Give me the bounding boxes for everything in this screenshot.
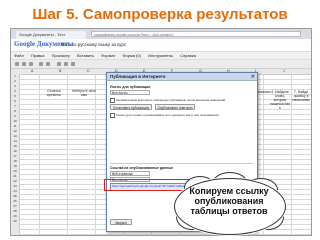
auto-republish-checkbox[interactable] [110,98,115,103]
cell-right-3[interactable]: 7. Найди ошибку в написании [291,90,311,102]
menu-edit[interactable]: Правка [31,53,45,58]
col-header-j[interactable]: J [283,69,285,73]
callout-text: Копируем ссылку опубликования таблицы от… [189,186,269,216]
print-icon[interactable] [15,62,19,66]
browser-tab[interactable]: Google Документы - Тест [16,31,86,39]
read-only-label: Только для чтения: просматривать этот до… [116,113,219,117]
menu-file[interactable]: Файл [14,53,24,58]
undo-icon[interactable] [22,62,26,66]
menu-help[interactable]: Справка [180,53,196,58]
col-header-a[interactable]: A [31,69,33,73]
sheets-section-label: Листы для публикации [110,85,151,89]
format-select[interactable]: Веб-страница [110,171,150,176]
browser-tabstrip: Google Документы - Тест spreadsheets.goo… [11,29,311,39]
app-header: Google Документы Тест по русскому языку … [11,39,311,52]
sheets-select[interactable]: Все листы [110,90,150,95]
dialog-divider [110,163,254,164]
read-only-checkbox[interactable] [110,113,115,118]
percent-icon[interactable] [46,62,50,66]
slide-title: Шаг 5. Самопроверка результатов [32,6,288,23]
text-color-icon[interactable] [71,62,75,66]
toolbar [11,60,311,69]
currency-icon[interactable] [39,62,43,66]
menu-view[interactable]: Просмотр [52,53,70,58]
address-bar[interactable]: spreadsheets.google.com/ccc?key=...&hl=r… [91,31,301,37]
dialog-title: Публикация в Интернете [110,74,166,79]
cell-right-2[interactable]: 4. Найдите слово, которое пишется без ь [269,90,291,110]
row-header-bar: 1 2 3 4 5 6 7 8 9 10 11 12 13 14 15 16 17 18 19 20 21 22 23 24 2… [11,74,20,235]
menu-insert[interactable]: Вставить [77,53,94,58]
cell-name-header[interactable]: Наберите свое имя [71,89,97,97]
cell-timestamp-header[interactable]: Отметка времени [41,89,67,97]
menu-form[interactable]: Форма (0) [122,53,140,58]
dialog-title-bar: Публикация в Интернете ✕ [107,73,257,81]
link-section-label: Ссылка на опубликованные данные [110,166,174,170]
auto-republish-label: Автоматически выполнять повторную публик… [116,98,226,102]
menu-tools[interactable]: Инструменты [148,53,173,58]
col-header-c[interactable]: C [87,69,90,73]
bold-icon[interactable] [57,62,61,66]
redo-icon[interactable] [29,62,33,66]
row-label[interactable]: 30 [11,219,19,224]
republish-button[interactable]: Опубликовать повторно [155,104,195,110]
document-title[interactable]: Тест по русскому языку за курс [61,42,126,47]
strikethrough-icon[interactable] [64,62,68,66]
menu-bar: Файл Правка Просмотр Вставить Формат Фор… [11,52,311,60]
close-dialog-button[interactable]: Закрыть [110,219,132,225]
col-header-b[interactable]: B [59,69,61,73]
menu-format[interactable]: Формат [101,53,115,58]
close-icon[interactable]: ✕ [251,73,255,81]
stop-publishing-button[interactable]: Остановить публикацию [110,104,152,110]
